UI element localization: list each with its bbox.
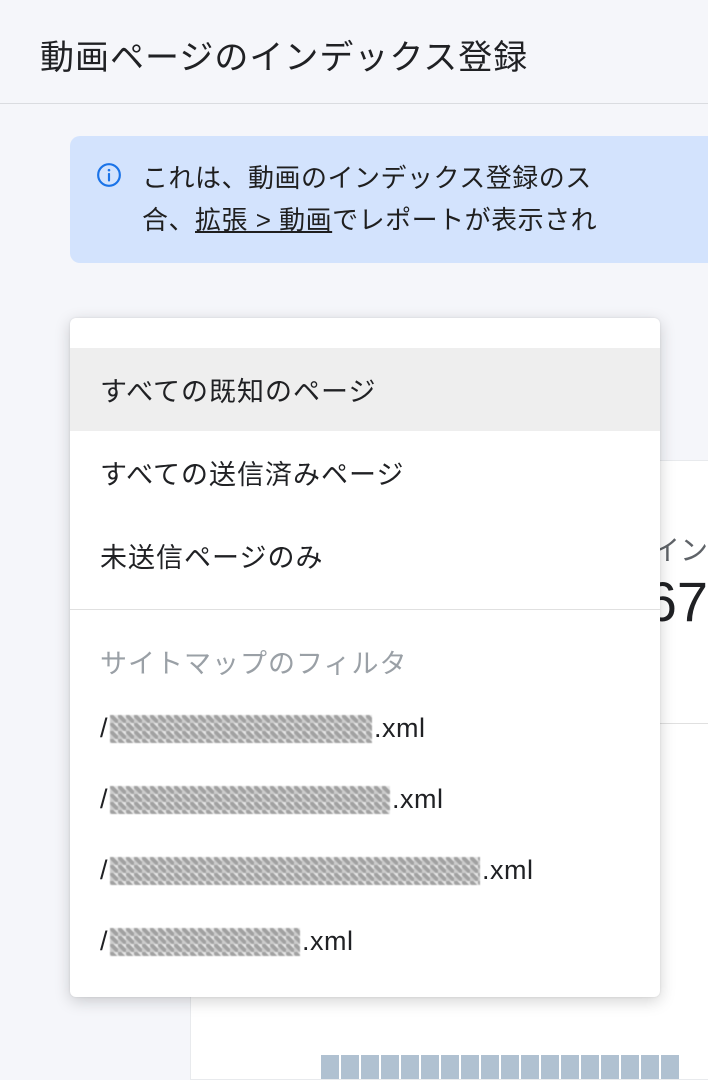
info-banner-text: これは、動画のインデックス登録のス 合、拡張 > 動画でレポートが表示され xyxy=(142,158,597,241)
sitemap-filter-header: サイトマップのフィルタ xyxy=(70,610,660,693)
chart-bar xyxy=(481,1055,499,1079)
chart-bar xyxy=(661,1055,679,1079)
info-banner: これは、動画のインデックス登録のス 合、拡張 > 動画でレポートが表示され xyxy=(70,136,708,263)
bar-chart xyxy=(321,1049,708,1079)
sitemap-option[interactable]: / .xml xyxy=(70,764,660,835)
sitemap-prefix: / xyxy=(100,855,108,886)
info-text-line1: これは、動画のインデックス登録のス xyxy=(142,163,592,193)
sitemap-suffix: .xml xyxy=(392,784,444,815)
sitemap-option[interactable]: / .xml xyxy=(70,693,660,764)
chart-bar xyxy=(441,1055,459,1079)
redacted-text xyxy=(110,928,300,956)
chart-bar xyxy=(541,1055,559,1079)
chart-bar xyxy=(321,1055,339,1079)
chart-bar xyxy=(561,1055,579,1079)
sitemap-suffix: .xml xyxy=(482,855,534,886)
page-title: 動画ページのインデックス登録 xyxy=(0,0,708,103)
sitemap-option[interactable]: / .xml xyxy=(70,906,660,977)
chart-bar xyxy=(601,1055,619,1079)
sitemap-prefix: / xyxy=(100,926,108,957)
sitemap-option[interactable]: / .xml xyxy=(70,835,660,906)
info-link[interactable]: 拡張 > 動画 xyxy=(195,205,332,235)
sitemap-prefix: / xyxy=(100,713,108,744)
sitemap-suffix: .xml xyxy=(374,713,426,744)
chart-bar xyxy=(581,1055,599,1079)
chart-bar xyxy=(361,1055,379,1079)
chart-bar xyxy=(501,1055,519,1079)
chart-bar xyxy=(381,1055,399,1079)
filter-option[interactable]: すべての送信済みページ xyxy=(70,431,660,514)
chart-bar xyxy=(621,1055,639,1079)
card-label-fragment: イン xyxy=(652,529,708,569)
sitemap-suffix: .xml xyxy=(302,926,354,957)
redacted-text xyxy=(110,786,390,814)
chart-bar xyxy=(641,1055,659,1079)
info-text-line2-suffix: でレポートが表示され xyxy=(332,205,597,235)
redacted-text xyxy=(110,857,480,885)
filter-dropdown: すべての既知のページすべての送信済みページ未送信ページのみ サイトマップのフィル… xyxy=(70,318,660,997)
chart-bar xyxy=(521,1055,539,1079)
chart-bar xyxy=(341,1055,359,1079)
chart-bar xyxy=(461,1055,479,1079)
sitemap-prefix: / xyxy=(100,784,108,815)
chart-bar xyxy=(421,1055,439,1079)
filter-option[interactable]: 未送信ページのみ xyxy=(70,514,660,597)
filter-option[interactable]: すべての既知のページ xyxy=(70,348,660,431)
redacted-text xyxy=(110,715,372,743)
info-icon xyxy=(96,162,122,188)
title-divider xyxy=(0,103,708,104)
chart-bar xyxy=(401,1055,419,1079)
info-text-line2-prefix: 合、 xyxy=(142,205,195,235)
